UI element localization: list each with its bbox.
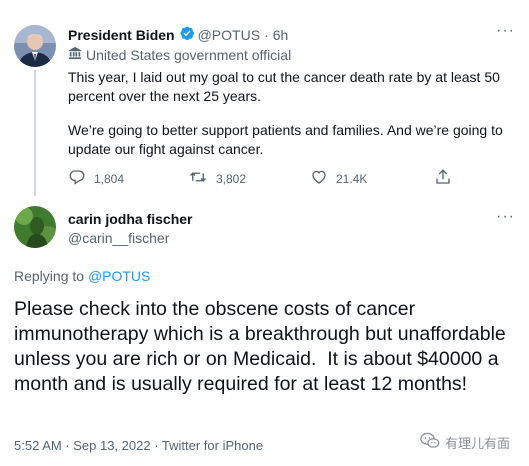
author-handle[interactable]: @POTUS (198, 27, 260, 43)
reply-count: 1,804 (94, 171, 125, 186)
reply-body: Please check into the obscene costs of c… (14, 298, 512, 395)
share-icon (434, 168, 452, 189)
reply-button[interactable]: 1,804 (68, 168, 124, 189)
retweet-icon (188, 168, 208, 189)
watermark-text: 有理儿有面 (445, 435, 511, 451)
reply-author-handle[interactable]: @carin__fischer (68, 230, 169, 246)
tweet-header: President Biden @POTUS · 6h (68, 25, 288, 44)
replying-to: Replying to @POTUS (14, 268, 150, 284)
tweet-body: This year, I laid out my goal to cut the… (68, 68, 513, 174)
like-count: 21.4K (336, 171, 368, 186)
replying-to-prefix: Replying to (14, 268, 85, 284)
replying-to-link[interactable]: @POTUS (88, 268, 150, 284)
reply-icon (68, 168, 86, 189)
watermark: 有理儿有面 (420, 432, 510, 452)
government-label-text: United States government official (86, 46, 292, 63)
like-button[interactable]: 21.4K (310, 168, 367, 189)
heart-icon (310, 168, 328, 189)
government-building-icon (68, 46, 82, 63)
more-options-icon[interactable]: ··· (496, 22, 515, 40)
verified-badge-icon (179, 25, 195, 44)
wechat-icon (420, 432, 440, 452)
thread-line (34, 70, 36, 196)
share-button[interactable] (434, 168, 452, 189)
reply-more-options-icon[interactable]: ··· (496, 208, 515, 226)
reply-author-avatar[interactable] (14, 206, 56, 248)
government-label[interactable]: United States government official (68, 46, 291, 63)
tweet-paragraph-1: This year, I laid out my goal to cut the… (68, 69, 500, 104)
tweet-time[interactable]: 6h (273, 27, 289, 43)
author-name[interactable]: President Biden (68, 27, 175, 43)
retweet-button[interactable]: 3,802 (188, 168, 246, 189)
reply-timestamp[interactable]: 5:52 AM · Sep 13, 2022 · Twitter for iPh… (14, 438, 263, 453)
tweet-paragraph-2: We’re going to better support patients a… (68, 122, 503, 157)
tweet-actions: 1,804 3,802 21.4K (68, 168, 468, 188)
reply-author-name[interactable]: carin jodha fischer (68, 211, 192, 227)
separator: · (264, 26, 269, 43)
potus-avatar[interactable] (14, 25, 56, 67)
retweet-count: 3,802 (216, 171, 247, 186)
